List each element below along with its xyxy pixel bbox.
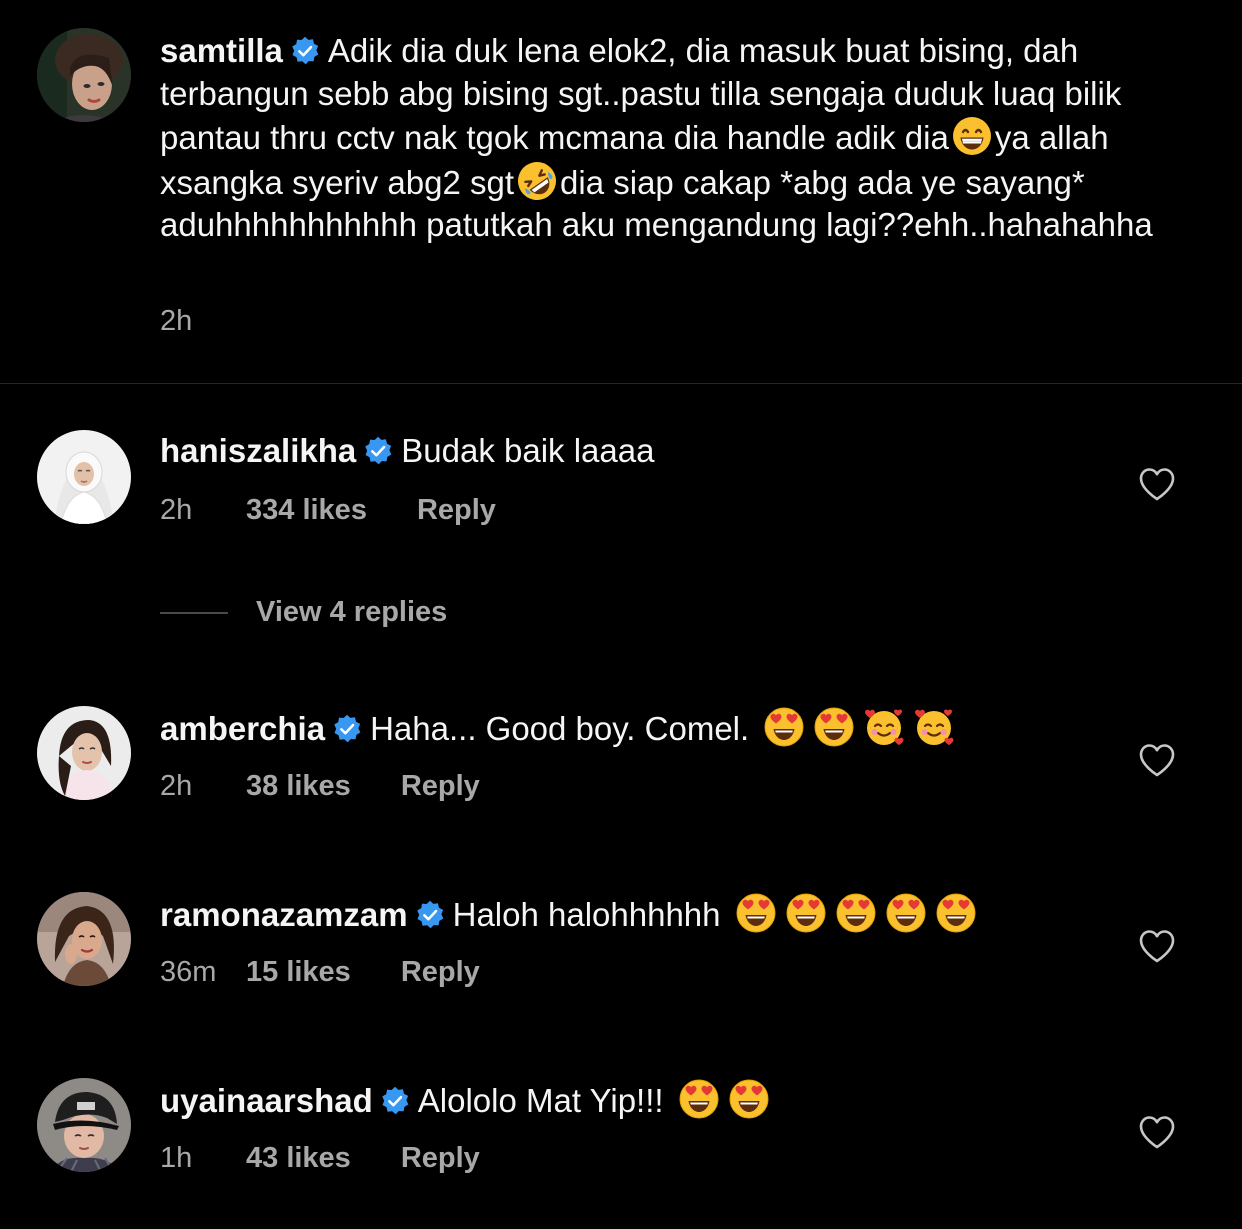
comment-username[interactable]: ramonazamzam	[160, 896, 408, 933]
verified-badge-icon	[363, 436, 393, 466]
comment-body: Haha... Good boy. Comel.	[370, 710, 750, 747]
verified-badge-icon	[332, 714, 362, 744]
rolling-on-floor-laughing-icon	[516, 160, 558, 202]
comment-text: ramonazamzam Haloh halohhhhhh	[160, 892, 979, 937]
post-caption: samtilla Adik dia duk lena elok2, dia mas…	[0, 0, 1242, 383]
heart-outline-icon[interactable]	[1138, 928, 1176, 964]
verified-badge-icon	[415, 900, 445, 930]
comment-username[interactable]: amberchia	[160, 710, 325, 747]
comment-uyainaarshad: uyainaarshad Alololo Mat Yip!!! 1h 43 lik…	[0, 1078, 1242, 1218]
smiling-face-with-hearts-icon	[913, 706, 955, 748]
comment-meta: 36m 15 likes Reply	[160, 956, 480, 989]
heart-eyes-icon	[835, 892, 877, 934]
avatar-photo	[37, 892, 131, 986]
comment-timestamp: 2h	[160, 770, 193, 802]
comment-meta: 2h 38 likes Reply	[160, 770, 480, 803]
comment-likes-count[interactable]: 38 likes	[246, 770, 351, 803]
comment-timestamp: 2h	[160, 494, 193, 526]
grinning-face-icon	[951, 115, 993, 157]
comment-likes-count[interactable]: 15 likes	[246, 956, 351, 989]
caption-meta: 2h	[160, 305, 220, 338]
reply-button[interactable]: Reply	[401, 770, 480, 803]
heart-eyes-icon	[935, 892, 977, 934]
comment-timestamp: 1h	[160, 1142, 193, 1174]
replies-line	[160, 611, 228, 614]
reply-button[interactable]: Reply	[417, 494, 496, 527]
heart-eyes-icon	[813, 706, 855, 748]
avatar[interactable]	[37, 706, 131, 800]
avatar-photo	[37, 1078, 131, 1172]
caption-timestamp: 2h	[160, 305, 193, 337]
heart-outline-icon[interactable]	[1138, 742, 1176, 778]
avatar-photo	[37, 28, 131, 122]
heart-outline-icon[interactable]	[1138, 1114, 1176, 1150]
comment-text: haniszalikha Budak baik laaaa	[160, 430, 654, 473]
comment-meta: 2h 334 likes Reply	[160, 494, 496, 527]
caption-username[interactable]: samtilla	[160, 32, 283, 69]
comment-username[interactable]: haniszalikha	[160, 432, 356, 469]
reply-button[interactable]: Reply	[401, 1142, 480, 1175]
comment-text: amberchia Haha... Good boy. Comel.	[160, 706, 957, 751]
heart-eyes-icon	[785, 892, 827, 934]
heart-eyes-icon	[735, 892, 777, 934]
comment-body: Budak baik laaaa	[401, 432, 655, 469]
view-replies-button[interactable]: View 4 replies	[160, 596, 447, 629]
heart-outline-icon[interactable]	[1138, 466, 1176, 502]
avatar[interactable]	[37, 430, 131, 524]
view-replies-label[interactable]: View 4 replies	[256, 596, 447, 629]
avatar-photo	[37, 430, 131, 524]
comment-username[interactable]: uyainaarshad	[160, 1082, 373, 1119]
caption-text: samtilla Adik dia duk lena elok2, dia mas…	[160, 30, 1210, 247]
verified-badge-icon	[290, 36, 320, 66]
avatar-photo	[37, 706, 131, 800]
avatar[interactable]	[37, 28, 131, 122]
heart-eyes-icon	[763, 706, 805, 748]
comment-haniszalikha: haniszalikha Budak baik laaaa 2h 334 like…	[0, 430, 1242, 570]
comment-likes-count[interactable]: 43 likes	[246, 1142, 351, 1175]
smiling-face-with-hearts-icon	[863, 706, 905, 748]
comment-likes-count[interactable]: 334 likes	[246, 494, 367, 527]
caption-divider	[0, 383, 1242, 384]
avatar[interactable]	[37, 892, 131, 986]
comment-amberchia: amberchia Haha... Good boy. Comel. 2h 38 …	[0, 706, 1242, 846]
reply-button[interactable]: Reply	[401, 956, 480, 989]
comment-text: uyainaarshad Alololo Mat Yip!!!	[160, 1078, 772, 1123]
avatar[interactable]	[37, 1078, 131, 1172]
comment-timestamp: 36m	[160, 956, 217, 988]
heart-eyes-icon	[885, 892, 927, 934]
comment-meta: 1h 43 likes Reply	[160, 1142, 480, 1175]
comment-ramonazamzam: ramonazamzam Haloh halohhhhhh 36m 15 like…	[0, 892, 1242, 1032]
heart-eyes-icon	[728, 1078, 770, 1120]
heart-eyes-icon	[678, 1078, 720, 1120]
comment-body: Alololo Mat Yip!!!	[417, 1082, 664, 1119]
verified-badge-icon	[380, 1086, 410, 1116]
comment-body: Haloh halohhhhhh	[452, 896, 721, 933]
